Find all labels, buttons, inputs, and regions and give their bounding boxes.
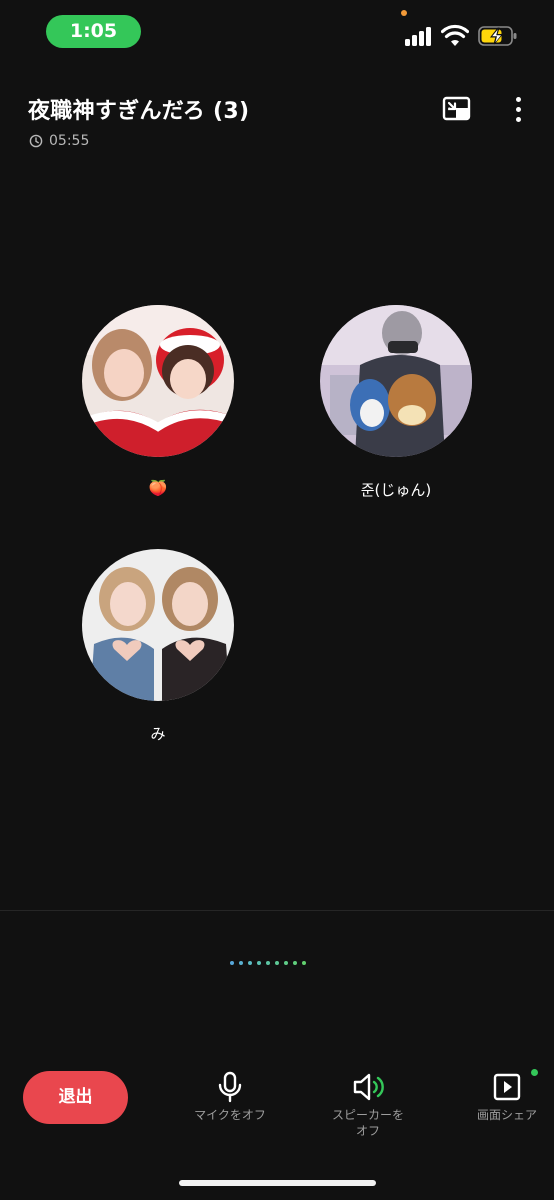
page-dot [266, 961, 270, 965]
participant-tile[interactable]: 🍑 [78, 305, 238, 497]
call-duration-text: 05:55 [49, 133, 90, 149]
call-duration: 05:55 [29, 133, 89, 149]
mute-mic-button[interactable]: マイクをオフ [190, 1070, 270, 1123]
avatar [82, 549, 234, 701]
participant-name: 준(じゅん) [360, 481, 432, 499]
page-dot [257, 961, 261, 965]
page-dot [302, 961, 306, 965]
signal-icon [405, 27, 433, 46]
battery-charging-icon [478, 26, 517, 46]
screen-share-label: 画面シェア [476, 1108, 537, 1122]
speaker-icon [353, 1073, 384, 1101]
picture-in-picture-button[interactable] [441, 94, 473, 124]
wifi-icon [441, 24, 469, 46]
page-dot [293, 961, 297, 965]
privacy-indicator-dot [401, 10, 407, 16]
participant-tile[interactable]: み [78, 549, 238, 744]
more-options-button[interactable] [506, 94, 530, 124]
participant-name: み [150, 725, 166, 743]
screen-share-button[interactable]: 画面シェア [470, 1070, 544, 1123]
avatar [320, 305, 472, 457]
screen-share-icon [493, 1073, 521, 1101]
new-feature-dot [531, 1069, 538, 1076]
picture-in-picture-icon [442, 96, 471, 121]
page-dot [230, 961, 234, 965]
clock-icon [29, 134, 43, 148]
leave-button[interactable]: 退出 [23, 1071, 128, 1124]
page-dot [275, 961, 279, 965]
microphone-icon [218, 1071, 242, 1103]
divider [0, 910, 554, 911]
home-indicator[interactable] [179, 1180, 376, 1186]
avatar [82, 305, 234, 457]
page-dot [284, 961, 288, 965]
speaker-off-label: スピーカーを オフ [331, 1108, 404, 1138]
page-indicator [230, 961, 306, 965]
page-dot [239, 961, 243, 965]
status-time: 1:05 [46, 15, 141, 48]
mute-mic-label: マイクをオフ [194, 1108, 266, 1122]
more-vertical-icon [515, 96, 521, 102]
speaker-off-button[interactable]: スピーカーを オフ [326, 1070, 410, 1139]
participant-name: 🍑 [148, 479, 168, 497]
participant-tile[interactable]: 준(じゅん) [316, 305, 476, 500]
group-call-title: 夜職神すぎんだろ (3) [28, 99, 250, 124]
page-dot [248, 961, 252, 965]
